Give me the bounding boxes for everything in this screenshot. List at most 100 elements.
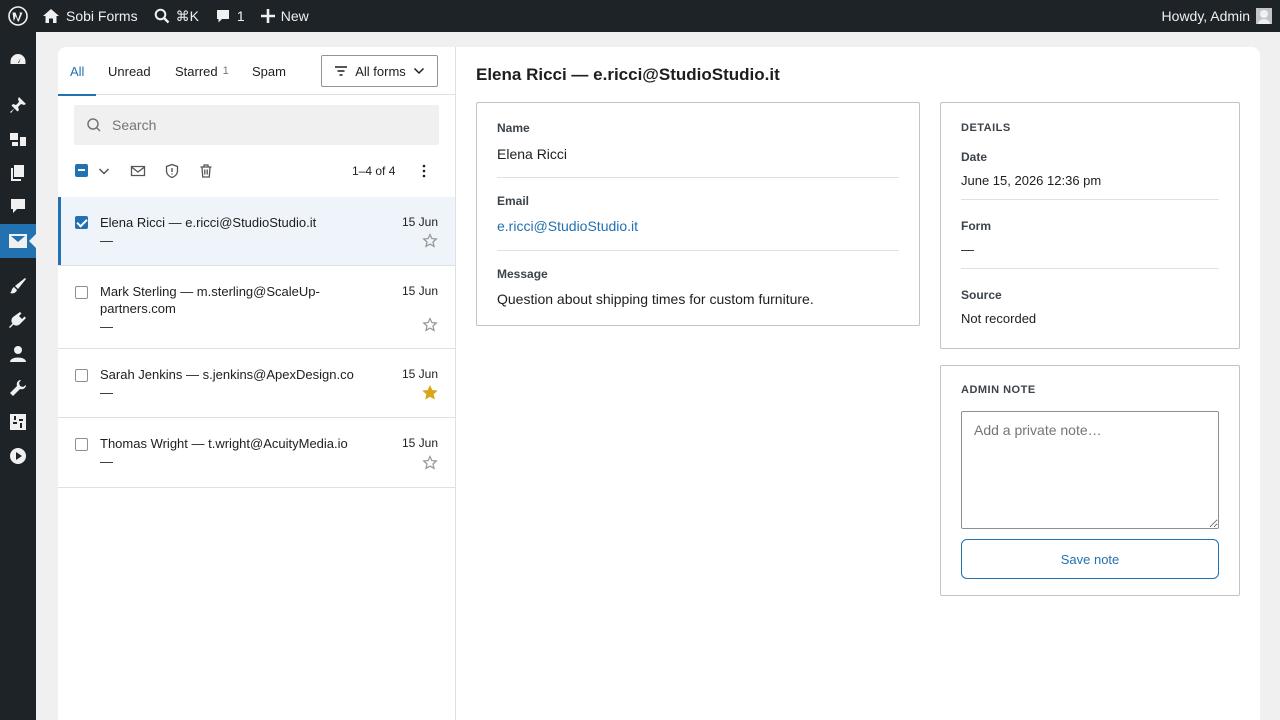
spam-shield-icon[interactable]	[164, 163, 180, 182]
tab-label: Starred	[175, 63, 218, 79]
row-checkbox[interactable]	[75, 286, 88, 299]
search-icon	[87, 118, 101, 132]
save-note-button[interactable]: Save note	[961, 539, 1219, 579]
entry-title: Sarah Jenkins — s.jenkins@ApexDesign.co	[100, 367, 354, 382]
entries-list-column: All Unread Starred 1 Spam All forms Sear…	[58, 47, 456, 720]
tab-starred[interactable]: Starred 1	[175, 47, 229, 95]
admin-bar: Sobi Forms ⌘K 1 New Howdy, Admin	[0, 0, 1280, 32]
entry-subtitle: —	[100, 233, 113, 248]
trash-icon[interactable]	[198, 163, 214, 182]
submission-fields-card: Name Elena Ricci Email e.ricci@StudioStu…	[476, 102, 920, 326]
entry-subtitle: —	[100, 385, 113, 400]
entry-title: Elena Ricci — e.ricci@StudioStudio.it	[100, 215, 317, 230]
email-label: Email	[497, 194, 530, 208]
source-label: Source	[961, 288, 1002, 302]
home-icon	[43, 9, 59, 23]
select-menu-chevron-icon[interactable]	[98, 163, 110, 182]
admin-note-card: Admin note Save note	[940, 365, 1240, 596]
posts-pin-icon[interactable]	[0, 88, 36, 122]
admin-side-menu	[0, 32, 36, 720]
date-value: June 15, 2026 12:36 pm	[961, 173, 1102, 188]
entry-title: Thomas Wright — t.wright@AcuityMedia.io	[100, 436, 348, 451]
comment-icon	[216, 10, 229, 23]
list-item[interactable]: Mark Sterling — m.sterling@ScaleUp-partn…	[58, 266, 455, 349]
wordpress-logo-icon[interactable]	[0, 0, 36, 32]
media-icon[interactable]	[0, 122, 36, 156]
filter-label: All forms	[355, 63, 406, 79]
chevron-down-icon	[413, 67, 424, 75]
form-filter-button[interactable]: All forms	[321, 55, 438, 87]
date-label: Date	[961, 150, 988, 164]
tab-unread[interactable]: Unread	[108, 47, 151, 95]
avatar	[1256, 8, 1272, 24]
entry-title: Mark Sterling — m.sterling@ScaleUp-partn…	[100, 284, 320, 316]
tab-label: Unread	[108, 63, 151, 79]
message-label: Message	[497, 267, 548, 281]
search-icon	[154, 8, 169, 24]
divider	[961, 268, 1219, 269]
forms-mail-icon[interactable]	[0, 224, 36, 258]
details-heading: Details	[961, 122, 1011, 134]
admin-note-heading: Admin note	[961, 384, 1036, 396]
comments-link[interactable]: 1	[207, 0, 253, 32]
plugins-icon[interactable]	[0, 303, 36, 337]
star-filled-icon[interactable]	[422, 385, 438, 401]
bulk-actions-bar: 1–4 of 4	[58, 159, 455, 183]
list-item[interactable]: Sarah Jenkins — s.jenkins@ApexDesign.co …	[58, 349, 455, 418]
site-name: Sobi Forms	[66, 8, 138, 24]
pages-icon[interactable]	[0, 156, 36, 190]
tools-wrench-icon[interactable]	[0, 371, 36, 405]
tab-label: Spam	[252, 63, 286, 79]
detail-title: Elena Ricci — e.ricci@StudioStudio.it	[476, 65, 780, 84]
dashboard-icon[interactable]	[0, 43, 36, 77]
entry-date: 15 Jun	[401, 284, 438, 298]
row-checkbox[interactable]	[75, 369, 88, 382]
entry-subtitle: —	[100, 319, 113, 334]
appearance-brush-icon[interactable]	[0, 269, 36, 303]
play-circle-icon[interactable]	[0, 439, 36, 473]
search-shortcut: ⌘K	[175, 7, 199, 24]
select-all-checkbox[interactable]	[75, 164, 88, 177]
divider	[961, 199, 1219, 200]
star-outline-icon[interactable]	[422, 455, 438, 471]
search-box	[74, 105, 439, 145]
list-item[interactable]: Thomas Wright — t.wright@AcuityMedia.io …	[58, 418, 455, 488]
tab-all[interactable]: All	[58, 47, 97, 96]
divider	[497, 250, 899, 251]
account-menu[interactable]: Howdy, Admin	[1154, 0, 1280, 32]
row-checkbox[interactable]	[75, 216, 88, 229]
tab-label: All	[70, 63, 85, 79]
list-item[interactable]: Elena Ricci — e.ricci@StudioStudio.it — …	[58, 197, 455, 266]
site-name-link[interactable]: Sobi Forms	[36, 0, 146, 32]
email-link[interactable]: e.ricci@StudioStudio.it	[497, 218, 638, 234]
entry-detail-column: Elena Ricci — e.ricci@StudioStudio.it Na…	[456, 47, 1260, 720]
command-search[interactable]: ⌘K	[146, 0, 207, 32]
source-value: Not recorded	[961, 311, 1037, 326]
message-value: Question about shipping times for custom…	[497, 291, 814, 307]
new-label: New	[280, 8, 309, 24]
greeting: Howdy, Admin	[1161, 8, 1250, 24]
settings-sliders-icon[interactable]	[0, 405, 36, 439]
row-checkbox[interactable]	[75, 438, 88, 451]
tab-count: 1	[222, 65, 229, 77]
star-outline-icon[interactable]	[422, 317, 438, 333]
divider	[497, 177, 899, 178]
search-input[interactable]	[112, 117, 412, 133]
filter-icon	[335, 66, 348, 76]
details-card: Details Date June 15, 2026 12:36 pm Form…	[940, 102, 1240, 349]
more-vertical-icon[interactable]	[416, 163, 432, 182]
users-icon[interactable]	[0, 337, 36, 371]
name-value: Elena Ricci	[497, 146, 568, 162]
form-label: Form	[961, 219, 991, 233]
comments-menu-icon[interactable]	[0, 189, 36, 223]
new-content-link[interactable]: New	[253, 0, 317, 32]
entry-date: 15 Jun	[401, 436, 438, 450]
name-label: Name	[497, 121, 530, 135]
star-outline-icon[interactable]	[422, 233, 438, 249]
mark-read-envelope-icon[interactable]	[130, 163, 146, 182]
status-tabs: All Unread Starred 1 Spam All forms	[58, 47, 455, 96]
comments-count: 1	[236, 8, 245, 24]
entry-subtitle: —	[100, 454, 113, 469]
admin-note-textarea[interactable]	[961, 411, 1219, 529]
tab-spam[interactable]: Spam	[252, 47, 286, 95]
